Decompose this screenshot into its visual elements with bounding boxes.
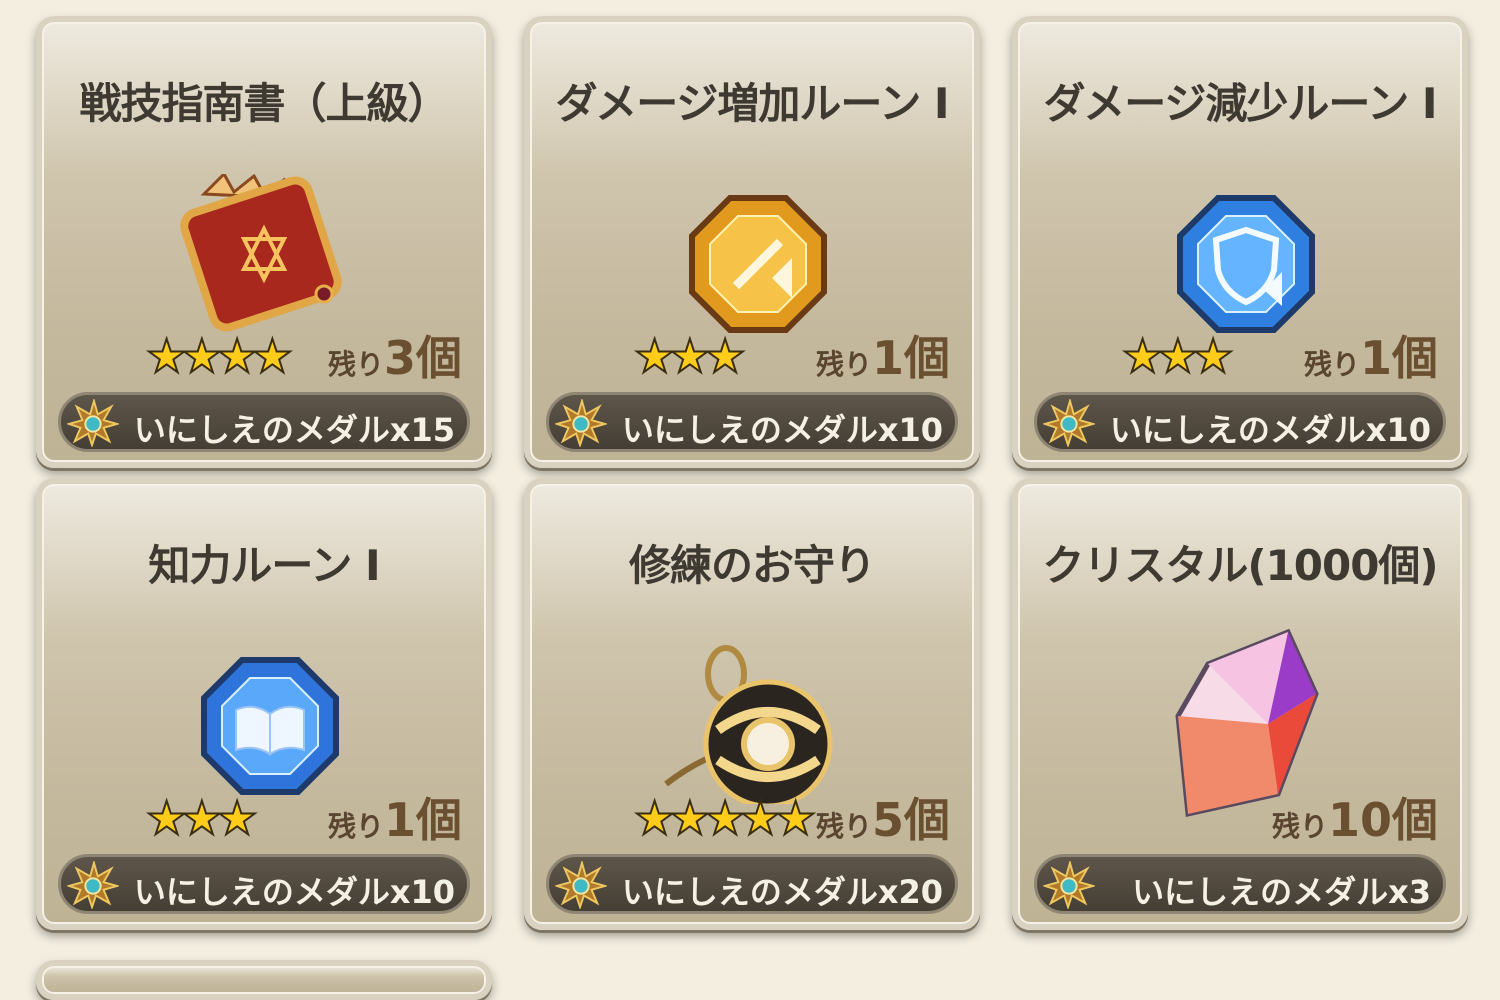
price-pill: いにしえのメダルx3: [1034, 854, 1446, 914]
price-pill: いにしえのメダルx20: [546, 854, 958, 914]
rarity-stars: ★ ★ ★: [145, 791, 259, 845]
rarity-stars: ★ ★ ★: [633, 329, 747, 383]
item-title: ダメージ減少ルーン I: [1043, 79, 1437, 128]
remaining-stock: 残り10個: [1271, 793, 1438, 847]
price-text: いにしえのメダルx20: [621, 873, 943, 911]
remaining-stock: 残り3個: [327, 331, 462, 385]
ancient-medal-icon: [556, 861, 606, 909]
ancient-medal-icon: [68, 861, 118, 909]
ancient-medal-icon: [68, 399, 118, 447]
shop-item-card[interactable]: ダメージ増加ルーン I ★ ★ ★ 残り1個 いにしえのメダルx10: [524, 16, 980, 468]
damage-up-rune-icon: [688, 194, 828, 338]
ancient-medal-icon: [1044, 399, 1094, 447]
remaining-stock: 残り1個: [815, 331, 950, 385]
shop-item-card[interactable]: 知力ルーン I ★ ★ ★ 残り1個 いにしえのメダルx10: [36, 478, 492, 930]
shop-item-card[interactable]: クリスタル(1000個) 残り10個 いにしえのメダルx3: [1012, 478, 1468, 930]
item-title: 知力ルーン I: [148, 541, 380, 590]
training-charm-icon: [658, 634, 848, 809]
price-text: いにしえのメダルx10: [133, 873, 455, 911]
ancient-medal-icon: [556, 399, 606, 447]
item-title: クリスタル(1000個): [1042, 541, 1438, 590]
damage-down-rune-icon: [1176, 194, 1316, 338]
rarity-stars: ★ ★ ★ ★: [145, 329, 294, 383]
price-pill: いにしえのメダルx10: [58, 854, 470, 914]
shop-item-card[interactable]: ダメージ減少ルーン I ★ ★ ★ 残り1個 いにしえのメダルx10: [1012, 16, 1468, 468]
price-text: いにしえのメダルx10: [1109, 411, 1431, 449]
rarity-stars: ★ ★ ★: [1121, 329, 1235, 383]
intellect-rune-icon: [200, 656, 340, 800]
remaining-stock: 残り1個: [327, 793, 462, 847]
price-pill: いにしえのメダルx15: [58, 392, 470, 452]
price-pill: いにしえのメダルx10: [546, 392, 958, 452]
skill-book-icon: [174, 171, 364, 338]
item-title: 修練のお守り: [628, 541, 876, 590]
price-text: いにしえのメダルx10: [621, 411, 943, 449]
item-title: ダメージ増加ルーン I: [555, 79, 949, 128]
ancient-medal-icon: [1044, 861, 1094, 909]
remaining-stock: 残り5個: [815, 793, 950, 847]
remaining-stock: 残り1個: [1303, 331, 1438, 385]
shop-item-card[interactable]: 修練のお守り ★ ★ ★ ★ ★ 残り5個 いにしえのメダルx20: [524, 478, 980, 930]
price-pill: いにしえのメダルx10: [1034, 392, 1446, 452]
item-title: 戦技指南書（上級）: [79, 79, 449, 128]
price-text: いにしえのメダルx15: [133, 411, 455, 449]
rarity-stars: ★ ★ ★ ★ ★: [633, 791, 817, 845]
shop-item-card-partial[interactable]: [36, 960, 492, 1000]
shop-item-card[interactable]: 戦技指南書（上級） ★ ★ ★ ★ 残り3個 いにしえのメダルx15: [36, 16, 492, 468]
price-text: いにしえのメダルx3: [1132, 873, 1431, 911]
